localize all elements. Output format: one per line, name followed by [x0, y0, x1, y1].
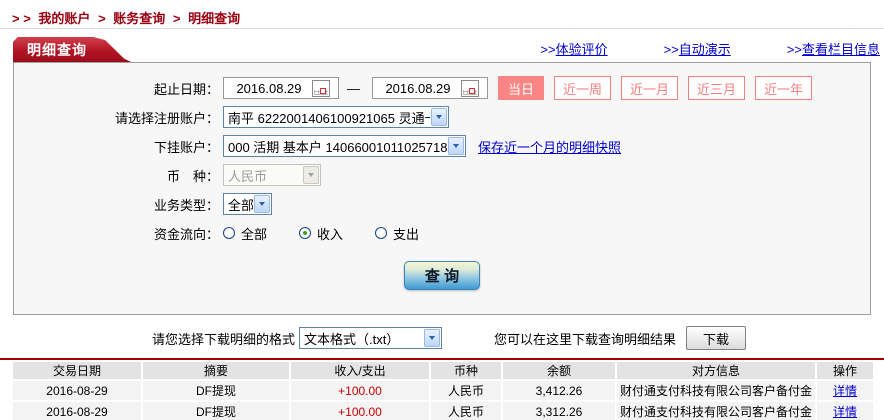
- business-type-select[interactable]: 全部: [223, 193, 272, 215]
- download-format-label: 请您选择下载明细的格式: [152, 331, 296, 347]
- cell-counterparty: 财付通支付科技有限公司客户备付金: [617, 381, 815, 400]
- cell-date: 2016-08-29: [13, 402, 141, 420]
- cell-date: 2016-08-29: [13, 381, 141, 400]
- col-income-expense: 收入/支出: [291, 362, 429, 379]
- fund-flow-row: 资金流向： 全部 收入 支出: [14, 221, 870, 245]
- sub-account-label: 下挂账户：: [153, 139, 219, 155]
- calendar-icon[interactable]: [461, 79, 479, 97]
- query-form-panel: 起止日期： — 当日 近一周 近一月 近三月 近一年 请选择注册账户： 南平 6…: [13, 62, 871, 315]
- range-button-last-year[interactable]: 近一年: [755, 76, 813, 100]
- cell-amount: +100.00: [291, 381, 429, 400]
- header-links: >>体验评价 >>自动演示 >>查看栏目信息: [540, 39, 880, 58]
- date-range-label: 起止日期：: [153, 81, 219, 97]
- cell-currency: 人民币: [431, 381, 501, 400]
- breadcrumb-separator: >: [98, 11, 106, 26]
- page-title: 明细查询: [27, 42, 87, 58]
- breadcrumb: > > 我的账户 > 账务查询 > 明细查询: [0, 0, 884, 29]
- radio-icon[interactable]: [223, 227, 235, 239]
- breadcrumb-item-detail-query[interactable]: 明细查询: [188, 11, 240, 26]
- currency-label: 币 种：: [166, 168, 219, 184]
- tab-bar: 明细查询 >>体验评价 >>自动演示 >>查看栏目信息: [0, 34, 884, 62]
- download-hint: 您可以在这里下载查询明细结果: [494, 331, 677, 347]
- cell-summary: DF提现: [143, 381, 289, 400]
- col-action: 操作: [817, 362, 873, 379]
- date-separator: —: [347, 80, 360, 96]
- currency-select: 人民币: [223, 164, 321, 186]
- col-summary: 摘要: [143, 362, 289, 379]
- start-date-input[interactable]: [226, 80, 312, 96]
- end-date-field: [372, 77, 488, 99]
- table-row: 2016-08-29 DF提现 +100.00 人民币 3,412.26 财付通…: [13, 381, 873, 400]
- breadcrumb-item-account-query[interactable]: 账务查询: [113, 11, 165, 26]
- register-account-label: 请选择注册账户：: [114, 110, 219, 126]
- chevron-down-icon[interactable]: [448, 137, 464, 155]
- fund-flow-option-all[interactable]: 全部: [223, 224, 267, 243]
- results-table: 交易日期 摘要 收入/支出 币种 余额 对方信息 操作 2016-08-29 D…: [11, 360, 875, 420]
- sub-account-select[interactable]: 000 活期 基本户 1406600101102571848: [223, 135, 466, 157]
- table-row: 2016-08-29 DF提现 +100.00 人民币 3,312.26 财付通…: [13, 402, 873, 420]
- download-button[interactable]: 下载: [686, 326, 747, 350]
- end-date-input[interactable]: [375, 80, 461, 96]
- cell-balance: 3,412.26: [503, 381, 615, 400]
- chevron-down-icon[interactable]: [431, 108, 447, 126]
- fund-flow-label: 资金流向：: [153, 226, 219, 242]
- link-view-column-info[interactable]: >>查看栏目信息: [787, 39, 880, 58]
- cell-balance: 3,312.26: [503, 402, 615, 420]
- sub-account-row: 下挂账户： 000 活期 基本户 1406600101102571848 保存近…: [14, 134, 870, 158]
- fund-flow-option-expense[interactable]: 支出: [375, 224, 419, 243]
- save-snapshot-link[interactable]: 保存近一个月的明细快照: [478, 137, 621, 156]
- cell-amount: +100.00: [291, 402, 429, 420]
- table-header-row: 交易日期 摘要 收入/支出 币种 余额 对方信息 操作: [13, 362, 873, 379]
- business-type-row: 业务类型： 全部: [14, 192, 870, 216]
- range-button-today[interactable]: 当日: [498, 76, 545, 100]
- detail-link[interactable]: 详情: [833, 384, 857, 398]
- fund-flow-option-income[interactable]: 收入: [299, 224, 343, 243]
- cell-currency: 人民币: [431, 402, 501, 420]
- cell-counterparty: 财付通支付科技有限公司客户备付金: [617, 402, 815, 420]
- range-button-last-week[interactable]: 近一周: [554, 76, 612, 100]
- chevron-down-icon[interactable]: [254, 195, 270, 213]
- breadcrumb-prefix: > >: [12, 11, 31, 26]
- download-format-select[interactable]: 文本格式（.txt）: [299, 327, 443, 349]
- link-auto-demo[interactable]: >>自动演示: [664, 39, 731, 58]
- range-button-last-month[interactable]: 近一月: [621, 76, 679, 100]
- cell-summary: DF提现: [143, 402, 289, 420]
- start-date-field: [223, 77, 339, 99]
- register-account-select[interactable]: 南平 6222001406100921065 灵通卡: [223, 106, 449, 128]
- col-balance: 余额: [503, 362, 615, 379]
- calendar-icon[interactable]: [312, 79, 330, 97]
- tab-detail-query[interactable]: 明细查询: [13, 37, 131, 62]
- radio-icon[interactable]: [299, 227, 312, 239]
- link-experience-review[interactable]: >>体验评价: [540, 39, 607, 58]
- col-counterparty: 对方信息: [617, 362, 815, 379]
- business-type-label: 业务类型：: [153, 197, 219, 213]
- date-range-row: 起止日期： — 当日 近一周 近一月 近三月 近一年: [14, 76, 870, 100]
- detail-link[interactable]: 详情: [833, 405, 857, 419]
- query-button[interactable]: 查 询: [404, 261, 480, 290]
- col-currency: 币种: [431, 362, 501, 379]
- radio-icon[interactable]: [375, 227, 388, 239]
- register-account-row: 请选择注册账户： 南平 6222001406100921065 灵通卡: [14, 105, 870, 129]
- col-trade-date: 交易日期: [13, 362, 141, 379]
- download-row: 请您选择下载明细的格式 文本格式（.txt） 您可以在这里下载查询明细结果 下载: [0, 322, 884, 354]
- chevron-down-icon: [303, 166, 319, 184]
- breadcrumb-item-my-account[interactable]: 我的账户: [38, 11, 90, 26]
- chevron-down-icon[interactable]: [424, 329, 441, 347]
- currency-row: 币 种： 人民币: [14, 163, 870, 187]
- range-button-last-3-months[interactable]: 近三月: [688, 76, 746, 100]
- breadcrumb-separator: >: [172, 11, 181, 26]
